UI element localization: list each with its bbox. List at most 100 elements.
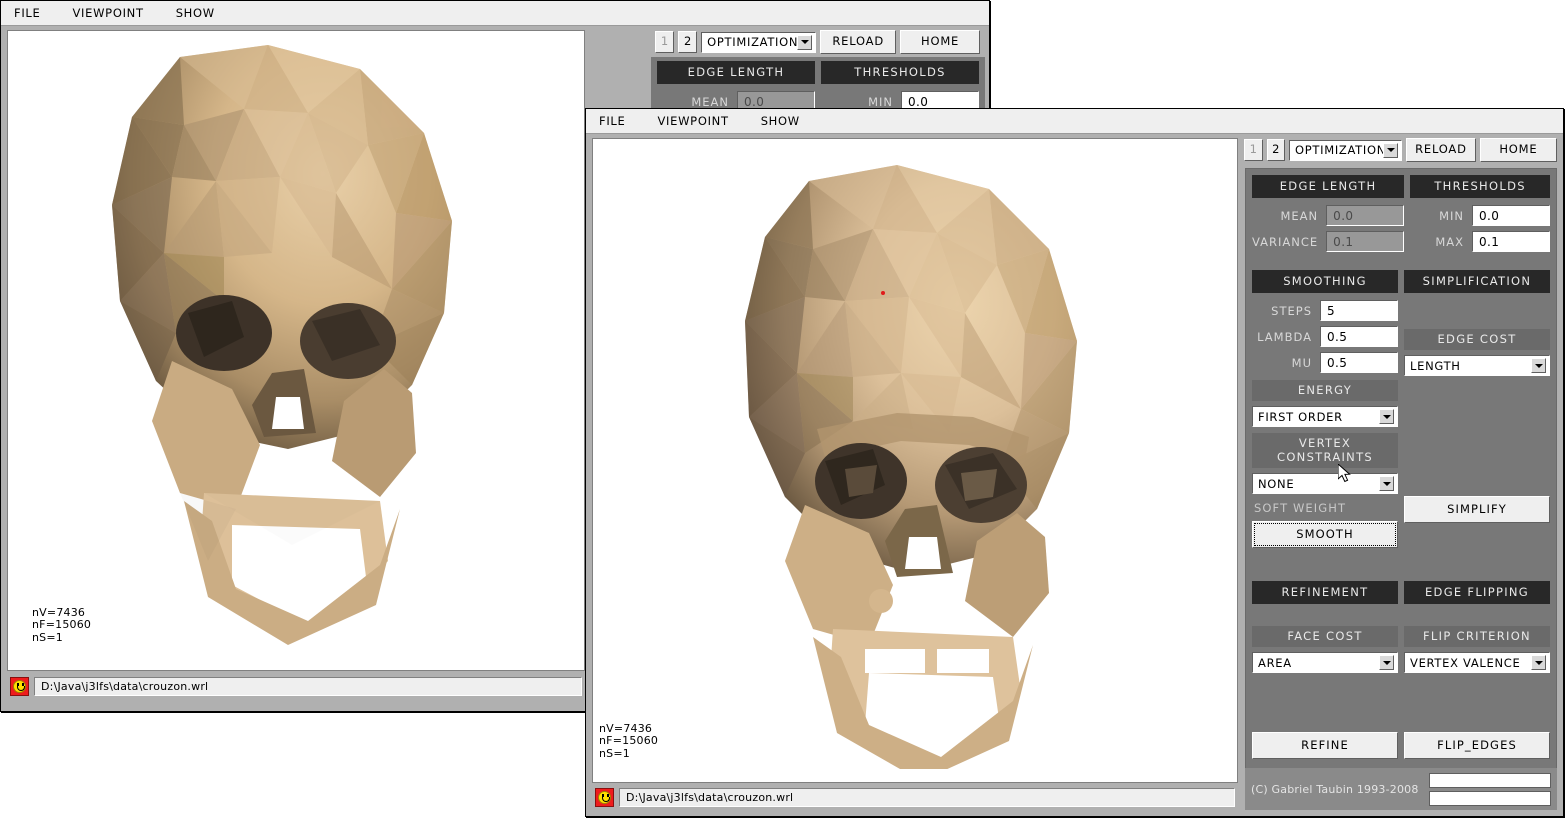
- energy-combo-value: FIRST ORDER: [1258, 409, 1343, 424]
- background-statusbar: D:\Java\j3lfs\data\crouzon.wrl: [7, 674, 585, 699]
- refinement-header: REFINEMENT: [1252, 581, 1398, 604]
- mesh-stats-back: nV=7436 nF=15060 nS=1: [32, 606, 91, 645]
- page-1-button-back[interactable]: 1: [655, 31, 675, 53]
- foreground-statusbar: D:\Java\j3lfs\data\crouzon.wrl: [592, 785, 1238, 810]
- app-root: FILE VIEWPOINT SHOW nV=7436 nF=15060 nS=…: [0, 0, 1565, 818]
- flip-criterion-combo[interactable]: VERTEX VALENCE: [1404, 652, 1550, 673]
- background-toolbar: 1 2 OPTIMIZATION RELOAD HOME: [651, 27, 985, 57]
- lambda-label: LAMBDA: [1257, 329, 1312, 344]
- panel-toolbar: 1 2 OPTIMIZATION RELOAD HOME: [1240, 135, 1562, 165]
- foreground-window[interactable]: FILE VIEWPOINT SHOW nV=7436 nF=15060 nS=…: [585, 108, 1564, 817]
- stat-faces-front: nF=15060: [599, 734, 659, 747]
- flip-criterion-combo-value: VERTEX VALENCE: [1410, 655, 1521, 670]
- max-field[interactable]: 0.1: [1472, 231, 1550, 252]
- face-cost-header: FACE COST: [1252, 626, 1398, 647]
- menu-item-viewpoint[interactable]: VIEWPOINT: [69, 4, 146, 22]
- panel-footer: (C) Gabriel Taubin 1993-2008: [1245, 768, 1557, 810]
- edge-length-header-back: EDGE LENGTH: [657, 61, 815, 84]
- mode-combo-back[interactable]: OPTIMIZATION: [701, 31, 817, 53]
- home-button-back[interactable]: HOME: [900, 30, 980, 54]
- vertex-constraints-combo[interactable]: NONE: [1252, 473, 1398, 494]
- vertex-marker-dot: [881, 291, 885, 295]
- thresholds-header: THRESHOLDS: [1410, 175, 1550, 198]
- simplification-section: SIMPLIFICATION EDGE COST LENGTH SIMPLIFY: [1404, 270, 1550, 548]
- refine-button[interactable]: REFINE: [1252, 732, 1398, 759]
- min-label-back: MIN: [868, 94, 893, 109]
- menu-item-file[interactable]: FILE: [11, 4, 43, 22]
- thresholds-header-back: THRESHOLDS: [821, 61, 979, 84]
- reload-button[interactable]: RELOAD: [1406, 138, 1476, 162]
- skull-mesh-front: [633, 149, 1193, 769]
- smiley-icon: [10, 677, 29, 696]
- output-field-2[interactable]: [1428, 790, 1551, 806]
- edge-cost-header: EDGE COST: [1404, 329, 1550, 350]
- foreground-window-menubar: FILE VIEWPOINT SHOW: [586, 109, 1563, 134]
- chevron-down-icon[interactable]: [1531, 358, 1546, 373]
- edge-cost-combo-value: LENGTH: [1410, 358, 1461, 373]
- face-cost-combo-value: AREA: [1258, 655, 1292, 670]
- smoothing-header: SMOOTHING: [1252, 270, 1398, 293]
- lambda-field[interactable]: 0.5: [1320, 326, 1398, 347]
- mode-combo-value: OPTIMIZATION: [1295, 143, 1383, 157]
- menu-item-show[interactable]: SHOW: [173, 4, 218, 22]
- simplify-button[interactable]: SIMPLIFY: [1404, 496, 1550, 523]
- vertex-constraints-header: VERTEX CONSTRAINTS: [1252, 433, 1398, 468]
- edge-cost-combo[interactable]: LENGTH: [1404, 355, 1550, 376]
- flip-edges-button[interactable]: FLIP_EDGES: [1404, 732, 1550, 759]
- skull-mesh-svg-front: [745, 165, 1077, 769]
- min-label: MIN: [1439, 208, 1464, 223]
- chevron-down-icon[interactable]: [797, 34, 813, 50]
- background-control-panel: 1 2 OPTIMIZATION RELOAD HOME EDGE LENGTH…: [651, 27, 985, 111]
- mode-combo[interactable]: OPTIMIZATION: [1289, 139, 1402, 161]
- home-button[interactable]: HOME: [1479, 138, 1557, 162]
- energy-header: ENERGY: [1252, 380, 1398, 401]
- mean-label: MEAN: [1280, 208, 1319, 223]
- steps-field[interactable]: 5: [1320, 300, 1398, 321]
- smooth-button[interactable]: SMOOTH: [1252, 521, 1398, 548]
- max-label: MAX: [1435, 234, 1464, 249]
- vertex-constraints-combo-value: NONE: [1258, 476, 1295, 491]
- output-field-1[interactable]: [1428, 772, 1551, 788]
- mean-label-back: MEAN: [691, 94, 729, 109]
- chevron-down-icon[interactable]: [1379, 655, 1394, 670]
- mu-field[interactable]: 0.5: [1320, 352, 1398, 373]
- variance-label: VARIANCE: [1252, 234, 1319, 249]
- edge-flipping-section: EDGE FLIPPING FLIP CRITERION VERTEX VALE…: [1404, 581, 1550, 673]
- chevron-down-icon[interactable]: [1379, 409, 1394, 424]
- page-2-button-back[interactable]: 2: [678, 31, 698, 53]
- skull-mesh-back: [8, 31, 584, 670]
- smiley-icon: [595, 788, 614, 807]
- page-1-button[interactable]: 1: [1244, 139, 1263, 161]
- chevron-down-icon[interactable]: [1383, 142, 1398, 158]
- file-path-field-back[interactable]: D:\Java\j3lfs\data\crouzon.wrl: [34, 677, 582, 696]
- menu-item-file[interactable]: FILE: [596, 112, 628, 130]
- menu-item-show[interactable]: SHOW: [758, 112, 803, 130]
- background-3d-viewport[interactable]: nV=7436 nF=15060 nS=1: [7, 30, 585, 671]
- face-cost-combo[interactable]: AREA: [1252, 652, 1398, 673]
- soft-weight-label: SOFT WEIGHT: [1254, 501, 1347, 515]
- foreground-3d-viewport[interactable]: nV=7436 nF=15060 nS=1: [592, 138, 1238, 783]
- panel-body: EDGE LENGTH MEAN 0.0 VARIANCE 0.1 THRESH…: [1245, 168, 1557, 780]
- mesh-stats-front: nV=7436 nF=15060 nS=1: [599, 722, 659, 761]
- smoothing-section: SMOOTHING STEPS 5 LAMBDA 0.5 MU 0.5 ENER…: [1252, 270, 1398, 548]
- simplification-header: SIMPLIFICATION: [1404, 270, 1550, 293]
- mean-field[interactable]: 0.0: [1326, 205, 1405, 226]
- menu-item-viewpoint[interactable]: VIEWPOINT: [654, 112, 731, 130]
- control-panel: 1 2 OPTIMIZATION RELOAD HOME EDGE LENGTH…: [1240, 135, 1562, 815]
- min-field[interactable]: 0.0: [1472, 205, 1550, 226]
- page-2-button[interactable]: 2: [1266, 139, 1285, 161]
- chevron-down-icon[interactable]: [1379, 476, 1394, 491]
- flip-criterion-header: FLIP CRITERION: [1404, 626, 1550, 647]
- energy-combo[interactable]: FIRST ORDER: [1252, 406, 1398, 427]
- reload-button-back[interactable]: RELOAD: [820, 30, 897, 54]
- copyright-label: (C) Gabriel Taubin 1993-2008: [1251, 782, 1419, 796]
- chevron-down-icon[interactable]: [1531, 655, 1546, 670]
- mu-label: MU: [1291, 355, 1312, 370]
- stat-surfaces-front: nS=1: [599, 746, 630, 760]
- variance-field[interactable]: 0.1: [1326, 231, 1405, 252]
- edge-length-header: EDGE LENGTH: [1252, 175, 1405, 198]
- mode-combo-value-back: OPTIMIZATION: [707, 35, 798, 49]
- skull-mesh-svg-back: [112, 45, 452, 645]
- steps-label: STEPS: [1271, 303, 1312, 318]
- file-path-field-front[interactable]: D:\Java\j3lfs\data\crouzon.wrl: [619, 788, 1235, 807]
